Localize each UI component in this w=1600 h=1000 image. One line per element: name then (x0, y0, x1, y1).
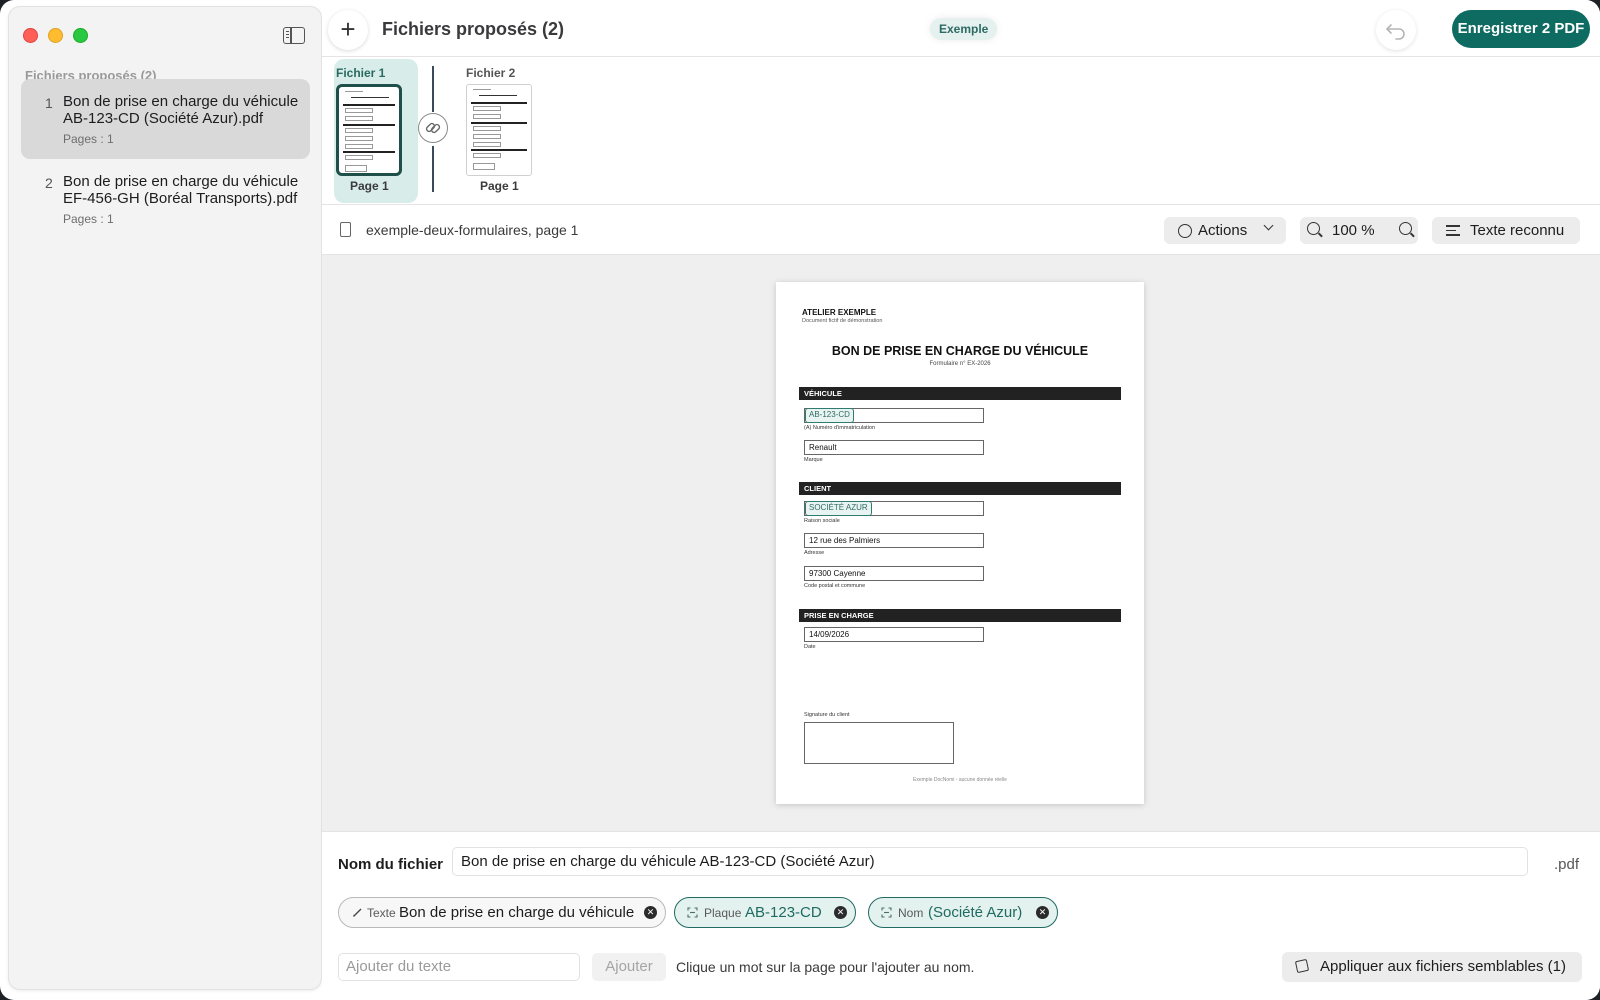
zoom-window-button[interactable] (73, 28, 88, 43)
section-client: CLIENT (799, 482, 1121, 495)
sidebar-toggle-icon[interactable] (283, 27, 305, 44)
apply-label: Appliquer aux fichiers semblables (1) (1320, 958, 1566, 975)
field-caption: (A) Numéro d'immatriculation (804, 425, 876, 431)
file-group-label: Fichier 2 (466, 66, 516, 80)
field-caption: Marque (804, 457, 823, 463)
zoom-level: 100 % (1332, 222, 1375, 239)
document-canvas: ATELIER EXEMPLE Document fictif de démon… (322, 255, 1600, 831)
example-badge: Exemple (930, 18, 998, 40)
close-window-button[interactable] (23, 28, 38, 43)
file-pages: Pages : 1 (63, 212, 114, 226)
doc-org-sub: Document fictif de démonstration (802, 318, 883, 324)
zoom-out-icon[interactable] (1307, 222, 1320, 235)
remove-chip-icon[interactable]: ✕ (644, 906, 657, 919)
field-address[interactable]: 12 rue des Palmiers (804, 533, 984, 548)
document-title: exemple-deux-formulaires, page 1 (366, 222, 579, 238)
zoom-control: 100 % (1300, 217, 1418, 244)
field-caption: Raison sociale (804, 518, 840, 524)
app-window: Fichiers proposés (2) 1 Bon de prise en … (0, 0, 1600, 1000)
scan-icon (687, 907, 698, 918)
field-caption: Date (804, 644, 816, 650)
minimize-window-button[interactable] (48, 28, 63, 43)
field-caption: Code postal et commune (804, 583, 866, 589)
file-pages: Pages : 1 (63, 132, 114, 146)
actions-menu-button[interactable]: Actions (1164, 217, 1286, 244)
undo-icon (1386, 24, 1405, 40)
name-token-chip[interactable]: Plaque AB-123-CD ✕ (674, 897, 856, 928)
document-bar: exemple-deux-formulaires, page 1 Actions… (322, 205, 1600, 255)
document-icon (340, 222, 351, 237)
sidebar: Fichiers proposés (2) 1 Bon de prise en … (8, 6, 322, 990)
chip-kind: Texte (367, 906, 396, 920)
toolbar: + Fichiers proposés (2) Exemple Enregist… (322, 0, 1600, 57)
field-date[interactable]: 14/09/2026 (804, 627, 984, 642)
field-plate[interactable]: AB-123-CD (804, 408, 984, 423)
section-pickup: PRISE EN CHARGE (799, 609, 1121, 622)
text-lines-icon (1446, 225, 1460, 239)
field-company[interactable]: SOCIÉTÉ AZUR (804, 501, 984, 516)
add-file-button[interactable]: + (328, 10, 368, 50)
hint-text: Clique un mot sur la page pour l'ajouter… (676, 959, 975, 975)
name-token-chip[interactable]: Texte Bon de prise en charge du véhicule… (338, 897, 666, 928)
file-number: 2 (45, 175, 53, 191)
file-number: 1 (45, 95, 53, 111)
field-caption: Adresse (804, 550, 825, 556)
filename-extension: .pdf (1554, 856, 1580, 873)
pencil-icon (352, 908, 362, 917)
file-group-label: Fichier 1 (336, 66, 386, 80)
link-files-button[interactable] (418, 113, 448, 143)
doc-form-number: Formulaire n° EX-2026 (929, 361, 991, 367)
remove-chip-icon[interactable]: ✕ (1036, 906, 1049, 919)
chevron-down-icon (1263, 220, 1274, 231)
signature-box (804, 722, 954, 764)
document-page: ATELIER EXEMPLE Document fictif de démon… (776, 282, 1144, 804)
zoom-in-icon[interactable] (1399, 222, 1412, 235)
recognized-text-button[interactable]: Texte reconnu (1432, 217, 1580, 244)
field-city[interactable]: 97300 Cayenne (804, 566, 984, 581)
sidebar-file-item[interactable]: 1 Bon de prise en charge du véhicule AB-… (21, 79, 310, 159)
ellipsis-icon (1178, 224, 1192, 238)
add-text-input[interactable]: Ajouter du texte (338, 953, 580, 981)
section-vehicle: VÉHICULE (799, 387, 1121, 400)
signature-caption: Signature du client (804, 712, 850, 718)
undo-button[interactable] (1376, 10, 1416, 50)
link-icon (425, 122, 441, 134)
page-label: Page 1 (480, 179, 519, 193)
sidebar-file-item[interactable]: 2 Bon de prise en charge du véhicule EF-… (21, 159, 310, 239)
file-name: Bon de prise en charge du véhicule AB-12… (63, 93, 299, 127)
divider (432, 66, 434, 112)
window-title: Fichiers proposés (2) (382, 19, 565, 39)
remove-chip-icon[interactable]: ✕ (834, 906, 847, 919)
save-pdf-button[interactable]: Enregistrer 2 PDF (1452, 10, 1590, 48)
add-text-button[interactable]: Ajouter (592, 953, 666, 981)
field-brand[interactable]: Renault (804, 440, 984, 455)
chip-kind: Plaque (704, 906, 742, 920)
stack-icon (1294, 958, 1310, 974)
thumbnail-strip: Fichier 1 Page 1 Fichier 2 Page 1 (322, 57, 1600, 205)
chip-value: AB-123-CD (745, 904, 822, 921)
filename-label: Nom du fichier (338, 856, 444, 873)
filename-input[interactable]: Bon de prise en charge du véhicule AB-12… (452, 847, 1528, 876)
page-thumbnail[interactable] (336, 84, 402, 176)
doc-footer: Exemple DocNomi - aucune donnée réelle (913, 777, 1007, 783)
chip-value: (Société Azur) (928, 904, 1023, 921)
scan-icon (881, 907, 892, 918)
highlighted-word[interactable]: SOCIÉTÉ AZUR (805, 501, 872, 516)
doc-title: BON DE PRISE EN CHARGE DU VÉHICULE (831, 344, 1089, 358)
divider (432, 146, 434, 192)
chip-kind: Nom (898, 906, 924, 920)
recognized-text-label: Texte reconnu (1470, 222, 1565, 239)
file-name: Bon de prise en charge du véhicule EF-45… (63, 173, 299, 207)
actions-label: Actions (1198, 222, 1248, 239)
highlighted-word[interactable]: AB-123-CD (805, 408, 854, 423)
apply-similar-button[interactable]: Appliquer aux fichiers semblables (1) (1282, 952, 1582, 982)
name-token-chip[interactable]: Nom (Société Azur) ✕ (868, 897, 1058, 928)
page-thumbnail[interactable] (466, 84, 532, 176)
chip-value: Bon de prise en charge du véhicule (399, 904, 635, 921)
doc-org: ATELIER EXEMPLE (802, 308, 877, 317)
page-label: Page 1 (350, 179, 389, 193)
filename-panel: Nom du fichier Bon de prise en charge du… (322, 831, 1600, 1000)
